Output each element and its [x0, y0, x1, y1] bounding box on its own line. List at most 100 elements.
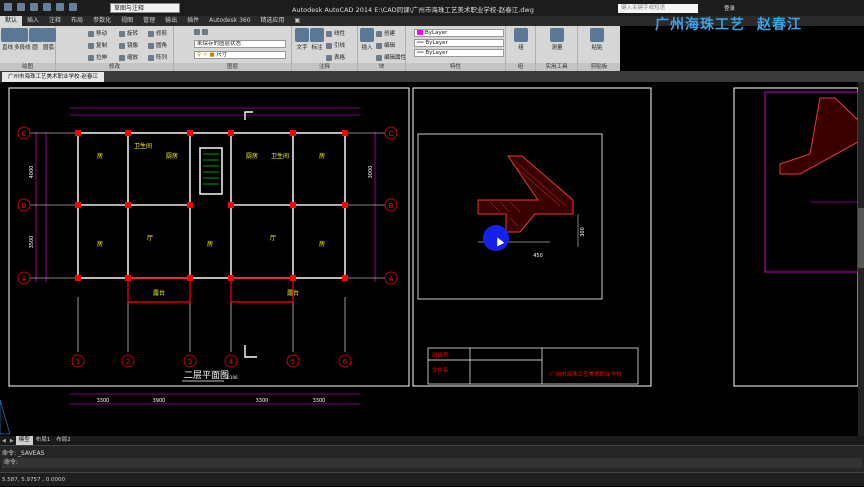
workspace-dropdown[interactable]: 草图与注释 — [110, 3, 180, 13]
linetype-dropdown[interactable]: ━━ ByLayer — [414, 39, 504, 47]
panel-block: 插入 创建 编辑 编辑属性 块 — [358, 26, 406, 71]
grid-number: 1 — [76, 358, 80, 366]
dimension-tool[interactable]: 标注 — [310, 28, 324, 51]
tab-insert[interactable]: 插入 — [22, 16, 44, 26]
insert-icon — [360, 28, 374, 42]
panel-draw: 直线 多段线 圆 圆弧 绘图 — [0, 26, 56, 71]
scale-icon — [119, 54, 125, 61]
arc-icon — [42, 28, 56, 42]
rotate-tool[interactable]: 旋转 — [119, 29, 138, 37]
leader-tool[interactable]: 引线 — [326, 41, 345, 49]
measure-tool[interactable]: 测量 — [544, 28, 570, 51]
grid-number: 4 — [229, 358, 234, 366]
status-bar: 5.587, 5.9757 , 0.0000 — [0, 472, 864, 486]
attribute-icon — [376, 54, 382, 61]
panel-clipboard-title: 剪贴板 — [578, 63, 620, 71]
title-block-filename-label: 文件名 — [432, 366, 449, 374]
paste-tool[interactable]: 粘贴 — [586, 28, 608, 51]
panel-modify-title: 修改 — [56, 63, 173, 71]
dimension-icon — [310, 28, 324, 42]
drawing-canvas[interactable]: C B A C B A 1 2 3 4 5 6 房 卫生间 厨房 厨房 卫生间 … — [0, 82, 864, 436]
tab-nav-next-icon[interactable]: ▶ — [8, 438, 16, 444]
login-button[interactable]: 登录 — [724, 4, 735, 12]
panel-modify: 移动 旋转 修剪 复制 镜像 圆角 拉伸 缩放 阵列 修改 — [56, 26, 174, 71]
layer-dropdown[interactable]: ♀ ☼ ■ 尺寸 — [194, 51, 286, 59]
line-icon — [1, 28, 15, 42]
tab-view[interactable]: 视图 — [116, 16, 138, 26]
mirror-icon — [119, 42, 125, 49]
search-input[interactable]: 键入关键字或短语 — [618, 4, 698, 13]
array-tool[interactable]: 阵列 — [148, 53, 167, 61]
stair-treads — [203, 153, 219, 185]
array-icon — [148, 54, 154, 61]
copy-tool[interactable]: 复制 — [88, 41, 107, 49]
tab-plugins[interactable]: 插件 — [182, 16, 204, 26]
trim-tool[interactable]: 修剪 — [148, 29, 167, 37]
tab-annotate[interactable]: 注释 — [44, 16, 66, 26]
balcony-label: 露台 — [287, 289, 299, 297]
tab-parametric[interactable]: 参数化 — [88, 16, 116, 26]
color-dropdown[interactable]: ByLayer — [414, 29, 504, 37]
title-block-class-label: 班级号 — [432, 351, 449, 359]
scale-tool[interactable]: 缩放 — [119, 53, 138, 61]
layer-state-dropdown[interactable]: 未保存的图层状态 — [194, 40, 286, 48]
table-tool[interactable]: 表格 — [326, 53, 345, 61]
coordinate-readout: 5.587, 5.9757 , 0.0000 — [2, 477, 65, 483]
layer-tools[interactable] — [194, 29, 210, 36]
room-label: 厅 — [270, 235, 276, 242]
panel-groups-title: 组 — [506, 63, 535, 71]
create-block-tool[interactable]: 创建 — [376, 29, 395, 37]
tab-output[interactable]: 输出 — [160, 16, 182, 26]
room-label: 厨房 — [246, 152, 258, 160]
ucs-icon — [244, 345, 257, 358]
text-tool[interactable]: 文字 — [295, 28, 309, 51]
command-line: 命令: _SAVEAS 命令: — [0, 445, 864, 472]
panel-block-title: 块 — [358, 63, 405, 71]
create-icon — [376, 30, 382, 37]
table-icon — [326, 54, 332, 61]
line-tool[interactable]: 直线 — [1, 28, 15, 51]
circle-tool[interactable]: 圆 — [29, 28, 43, 51]
fillet-tool[interactable]: 圆角 — [148, 41, 167, 49]
dimension-text: 3000 — [368, 166, 374, 179]
tab-featured-apps[interactable]: 精选应用 — [256, 16, 290, 26]
document-tab[interactable]: 广州市海珠工艺美术职业学校-赵春江 — [2, 72, 104, 82]
tab-nav-first-icon[interactable]: ◀ — [0, 438, 8, 444]
watermark: 广州海珠工艺 赵春江 — [655, 17, 802, 33]
tab-autodesk-360[interactable]: Autodesk 360 — [204, 16, 255, 26]
paste-icon — [590, 28, 604, 42]
linear-dim-tool[interactable]: 线性 — [326, 29, 345, 37]
tab-layout1[interactable]: 布局1 — [33, 436, 54, 445]
tab-layout[interactable]: 布局 — [66, 16, 88, 26]
stretch-tool[interactable]: 拉伸 — [88, 53, 107, 61]
tab-model[interactable]: 模型 — [15, 436, 33, 445]
quick-access-toolbar[interactable] — [4, 3, 77, 11]
plan-walls — [77, 132, 346, 279]
text-icon — [295, 28, 309, 42]
tab-default[interactable]: 默认 — [0, 16, 23, 26]
vertical-scrollbar[interactable] — [858, 82, 864, 436]
move-tool[interactable]: 移动 — [88, 29, 107, 37]
insert-block-tool[interactable]: 插入 — [360, 28, 374, 51]
edit-block-tool[interactable]: 编辑 — [376, 41, 395, 49]
stretch-icon — [88, 54, 94, 61]
tab-manage[interactable]: 管理 — [138, 16, 160, 26]
command-input[interactable]: 命令: — [2, 458, 862, 468]
scrollbar-thumb[interactable] — [858, 208, 864, 268]
group-tool[interactable]: 组 — [512, 28, 530, 51]
trim-icon — [148, 30, 154, 37]
mirror-tool[interactable]: 镜像 — [119, 41, 138, 49]
edit-attributes-tool[interactable]: 编辑属性 — [376, 53, 406, 61]
polyline-tool[interactable]: 多段线 — [14, 28, 31, 51]
edit-icon — [376, 42, 382, 49]
drawing-svg: C B A C B A 1 2 3 4 5 6 房 卫生间 厨房 厨房 卫生间 … — [0, 87, 859, 435]
tab-extra[interactable]: ▣ — [290, 16, 306, 26]
command-history: 命令: _SAVEAS — [2, 450, 45, 457]
grid-letter: B — [389, 202, 394, 210]
tab-layout2[interactable]: 布局2 — [53, 436, 74, 445]
lineweight-dropdown[interactable]: ━━ ByLayer — [414, 49, 504, 57]
dimension-text: 4000 — [29, 166, 35, 179]
arc-tool[interactable]: 圆弧 — [42, 28, 56, 51]
linear-icon — [326, 30, 332, 37]
room-label: 房 — [97, 152, 103, 160]
